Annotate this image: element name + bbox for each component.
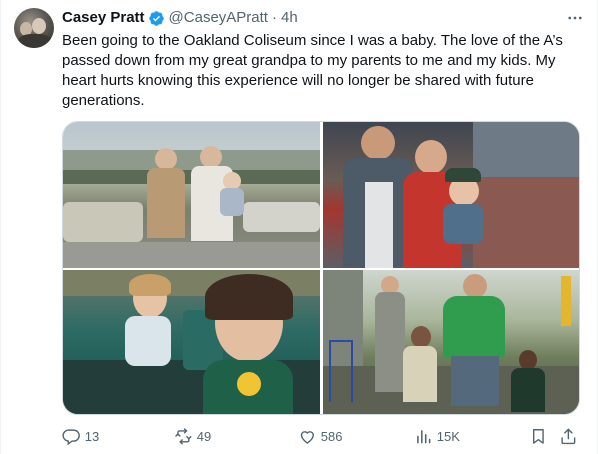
reply-button[interactable]: 13 [62, 426, 99, 446]
more-icon[interactable] [565, 8, 585, 28]
author-name[interactable]: Casey Pratt [62, 8, 145, 28]
verified-badge-icon [148, 10, 165, 27]
tweet-text: Been going to the Oakland Coliseum since… [62, 32, 563, 109]
views-button[interactable]: 15K [414, 426, 460, 446]
author-handle[interactable]: @CaseyAPratt [169, 8, 268, 28]
repost-count: 49 [196, 428, 212, 444]
reply-count: 13 [84, 428, 100, 444]
bookmark-icon [529, 427, 548, 446]
share-icon [559, 427, 578, 446]
like-button[interactable]: 586 [298, 426, 342, 446]
tweet-timestamp[interactable]: 4h [281, 8, 298, 28]
bookmark-button[interactable] [529, 426, 548, 446]
views-count: 15K [436, 428, 460, 444]
header-separator: · [271, 9, 277, 26]
action-bar: 13 49 586 15K [62, 426, 582, 446]
photo-family-walking[interactable] [323, 270, 579, 414]
reply-icon [62, 427, 81, 446]
views-icon [414, 427, 433, 446]
photo-family-in-stands[interactable] [323, 122, 579, 268]
like-count: 586 [320, 428, 343, 444]
tweet-header: Casey Pratt @CaseyAPratt · 4h [62, 8, 298, 28]
media-grid [62, 121, 580, 415]
avatar[interactable] [14, 8, 54, 48]
share-button[interactable] [559, 426, 578, 446]
repost-button[interactable]: 49 [174, 426, 211, 446]
photo-stadium-parking-lot[interactable] [63, 122, 320, 268]
like-icon [298, 427, 317, 446]
repost-icon [174, 427, 193, 446]
tweet-card[interactable]: Casey Pratt @CaseyAPratt · 4h Been going… [0, 0, 598, 454]
photo-girls-in-seats[interactable] [63, 270, 320, 414]
